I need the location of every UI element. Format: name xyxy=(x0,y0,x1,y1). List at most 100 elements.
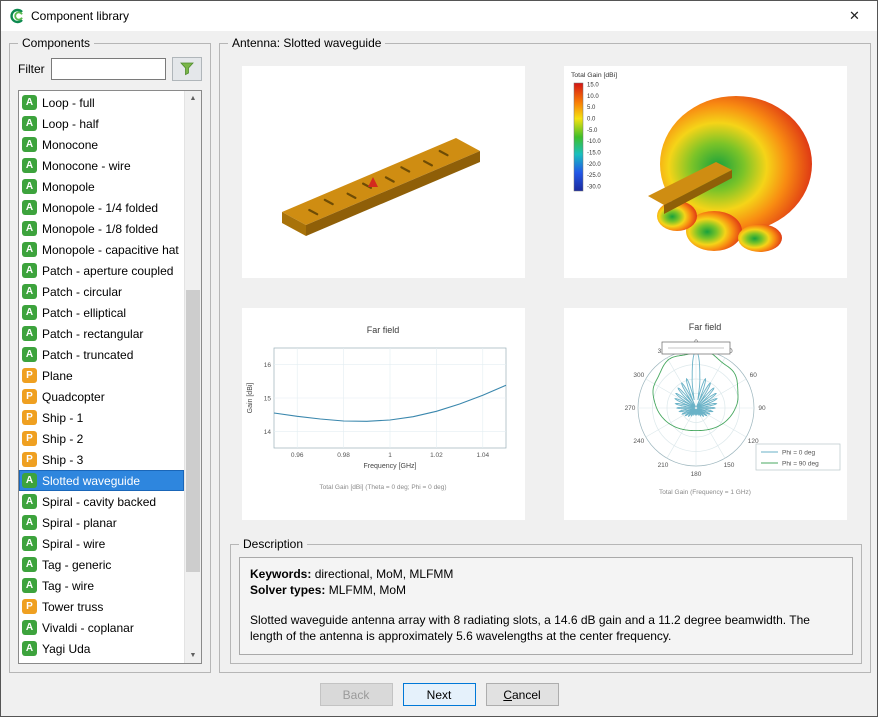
svg-text:-15.0: -15.0 xyxy=(587,151,601,157)
svg-text:15: 15 xyxy=(264,396,272,403)
component-name: Slotted waveguide xyxy=(42,474,140,488)
components-panel-title: Components xyxy=(18,36,94,50)
antenna-type-icon: A xyxy=(22,200,37,215)
platform-type-icon: P xyxy=(22,431,37,446)
component-list-item[interactable]: PShip - 1 xyxy=(19,407,184,428)
component-list-item[interactable]: ASpiral - wire xyxy=(19,533,184,554)
component-list-item[interactable]: A Slotted waveguide xyxy=(19,470,184,491)
component-list-item[interactable]: A Monopole - capacitive hat xyxy=(19,239,184,260)
component-name: Tag - wire xyxy=(42,579,94,593)
scrollbar[interactable]: ▲ ▼ xyxy=(184,91,201,663)
scroll-down-icon[interactable]: ▼ xyxy=(185,648,201,663)
svg-text:Far field: Far field xyxy=(689,322,722,332)
antenna-type-icon: A xyxy=(22,221,37,236)
antenna-type-icon: A xyxy=(22,557,37,572)
back-button: Back xyxy=(320,683,393,706)
component-name: Monocone - wire xyxy=(42,159,131,173)
component-list-item[interactable]: ASpiral - planar xyxy=(19,512,184,533)
component-name: Patch - aperture coupled xyxy=(42,264,173,278)
description-box: Keywords: directional, MoM, MLFMM Solver… xyxy=(239,557,853,655)
antenna-type-icon: A xyxy=(22,95,37,110)
svg-text:150: 150 xyxy=(724,462,735,469)
component-list-item[interactable]: APatch - circular xyxy=(19,281,184,302)
antenna-type-icon: A xyxy=(22,347,37,362)
components-panel: Components Filter ALoop - fullALoop - ha… xyxy=(9,43,211,673)
funnel-icon xyxy=(180,62,194,76)
svg-text:Total Gain (Frequency = 1 GHz): Total Gain (Frequency = 1 GHz) xyxy=(659,489,751,496)
platform-type-icon: P xyxy=(22,452,37,467)
component-list-item[interactable]: PShip - 2 xyxy=(19,428,184,449)
component-name: Monopole - 1/4 folded xyxy=(42,201,158,215)
titlebar: Component library ✕ xyxy=(1,1,877,31)
svg-text:0.96: 0.96 xyxy=(291,452,304,459)
component-list-item[interactable]: AMonopole - 1/8 folded xyxy=(19,218,184,239)
svg-text:10.0: 10.0 xyxy=(587,94,599,100)
component-list-item[interactable]: APatch - truncated xyxy=(19,344,184,365)
component-list-item[interactable]: APatch - aperture coupled xyxy=(19,260,184,281)
next-button[interactable]: Next xyxy=(403,683,476,706)
close-icon[interactable]: ✕ xyxy=(832,2,877,31)
solver-types-label: Solver types: xyxy=(250,583,325,597)
svg-text:Total Gain [dBi] (Theta = 0 de: Total Gain [dBi] (Theta = 0 deg; Phi = 0… xyxy=(319,484,446,491)
svg-text:-30.0: -30.0 xyxy=(587,185,601,191)
svg-text:15.0: 15.0 xyxy=(587,83,599,89)
svg-text:Far field: Far field xyxy=(367,325,400,335)
antenna-type-icon: A xyxy=(22,305,37,320)
svg-text:Total Gain [dBi]: Total Gain [dBi] xyxy=(571,72,617,79)
component-list-item[interactable]: ATag - generic xyxy=(19,554,184,575)
component-list-item[interactable]: AMonocone - wire xyxy=(19,155,184,176)
component-list-frame: ALoop - fullALoop - halfAMonoconeAMonoco… xyxy=(18,90,202,664)
antenna-type-icon: A xyxy=(22,536,37,551)
component-name: Ship - 3 xyxy=(42,453,83,467)
svg-text:90: 90 xyxy=(758,405,766,412)
cancel-button[interactable]: Cancel xyxy=(486,683,559,706)
component-name: Monopole - capacitive hat xyxy=(42,243,179,257)
svg-text:1.02: 1.02 xyxy=(430,452,443,459)
component-list-item[interactable]: AVivaldi - coplanar xyxy=(19,617,184,638)
component-list-item[interactable]: AYagi Uda xyxy=(19,638,184,659)
component-list-item[interactable]: PQuadcopter xyxy=(19,386,184,407)
antenna-type-icon: A xyxy=(22,242,37,257)
component-list-item[interactable]: A Monopole - 1/4 folded xyxy=(19,197,184,218)
scrollbar-track[interactable] xyxy=(185,106,201,648)
component-name: Monocone xyxy=(42,138,98,152)
component-list-item[interactable]: APatch - elliptical xyxy=(19,302,184,323)
component-list-item[interactable]: ALoop - full xyxy=(19,92,184,113)
radiation-pattern-3d-image: Total Gain [dBi]15.010.05.00.0-5.0-10.0-… xyxy=(564,66,847,278)
max-gain-annotation xyxy=(662,342,730,354)
component-list-item[interactable]: ALoop - half xyxy=(19,113,184,134)
component-list-item[interactable]: ASpiral - cavity backed xyxy=(19,491,184,512)
keywords-label: Keywords: xyxy=(250,567,311,581)
component-list-item[interactable]: ATag - wire xyxy=(19,575,184,596)
antenna-type-icon: A xyxy=(22,284,37,299)
svg-text:300: 300 xyxy=(633,372,644,379)
dialog-body: Components Filter ALoop - fullALoop - ha… xyxy=(1,31,877,716)
polar-pattern-chart: Far field0306090120150180210240270300330… xyxy=(564,308,847,520)
scroll-up-icon[interactable]: ▲ xyxy=(185,91,201,106)
antenna-type-icon: A xyxy=(22,137,37,152)
solver-types-line: Solver types: MLFMM, MoM xyxy=(250,582,842,598)
svg-text:14: 14 xyxy=(264,429,272,436)
svg-text:0.0: 0.0 xyxy=(587,117,596,123)
filter-input[interactable] xyxy=(51,58,166,80)
component-library-dialog: Component library ✕ Components Filter AL… xyxy=(0,0,878,717)
component-list-item[interactable]: P Ship - 3 xyxy=(19,449,184,470)
component-list-item[interactable]: A Monocone xyxy=(19,134,184,155)
component-list-item[interactable]: AMonopole xyxy=(19,176,184,197)
component-list: ALoop - fullALoop - halfAMonoconeAMonoco… xyxy=(19,91,184,663)
component-list-item[interactable]: PTower truss xyxy=(19,596,184,617)
svg-text:0.98: 0.98 xyxy=(337,452,350,459)
antenna-type-icon: A xyxy=(22,473,37,488)
description-panel: Description Keywords: directional, MoM, … xyxy=(230,544,862,664)
model-3d-preview-image xyxy=(242,66,525,278)
antenna-type-icon: A xyxy=(22,326,37,341)
antenna-type-icon: A xyxy=(22,620,37,635)
component-list-item[interactable]: PPlane xyxy=(19,365,184,386)
svg-text:60: 60 xyxy=(750,372,758,379)
component-name: Spiral - cavity backed xyxy=(42,495,156,509)
scrollbar-thumb[interactable] xyxy=(186,290,200,572)
svg-text:Phi = 90 deg: Phi = 90 deg xyxy=(782,461,819,468)
platform-type-icon: P xyxy=(22,389,37,404)
filter-button[interactable] xyxy=(172,57,202,81)
component-list-item[interactable]: APatch - rectangular xyxy=(19,323,184,344)
